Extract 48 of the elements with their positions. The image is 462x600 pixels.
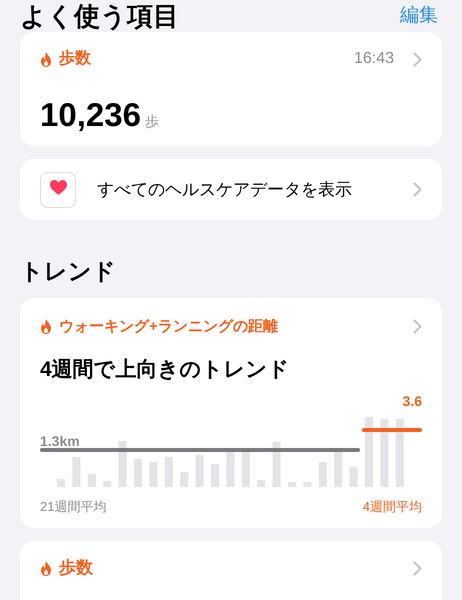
long-average-value: 1.3km [40,432,80,452]
long-average-label: 21週間平均 [40,498,106,516]
chart-bar [196,455,204,488]
chart-bar [118,441,127,488]
chart-bar [303,482,312,488]
flame-icon [40,319,52,334]
chart-bar [211,464,219,488]
trend-card[interactable]: ウォーキング+ランニングの距離 4週間で上向きのトレンド 3.6 1.3km 21週間平均 4週間平均 [20,298,442,528]
chart-bar [103,481,112,488]
chevron-icon [413,560,422,576]
flame-icon [40,52,52,66]
trend-headline: 4週間で上向きのトレンド [40,356,291,383]
short-average-label: 4週間平均 [362,498,422,516]
chart-bar [350,467,358,488]
chart-bar [380,419,388,488]
chart-bar [365,417,373,488]
card-title: ウォーキング+ランニングの距離 [59,316,278,337]
chart-bar [257,480,266,488]
chart-bar [134,459,142,488]
chart-bar [242,450,250,488]
chart-bar [164,457,173,488]
chart-bar [396,419,404,488]
chart-bar [57,479,65,488]
chart-bar [272,442,281,488]
all-data-row[interactable]: すべてのヘルスケアデータを表示 [20,159,442,220]
steps-card[interactable]: 歩数 16:43 10,236 歩 [20,32,442,146]
unit-label: 歩 [144,112,159,131]
chart-bar [288,482,296,488]
chevron-icon [413,319,422,334]
chart-bar [88,474,96,488]
card-title: 歩数 [59,557,93,580]
heart-app-icon [40,172,76,208]
section-title: よく使う項目 [20,0,179,32]
all-data-label: すべてのヘルスケアデータを表示 [97,178,352,201]
chart-bar [318,462,327,488]
chart-bar [334,452,342,488]
chart-bar [149,462,158,488]
chart-bar [72,457,80,488]
section-title: トレンド [20,256,117,286]
chart-bar [226,452,234,488]
chevron-icon [413,182,422,198]
flame-icon [40,560,52,576]
chart-bar [180,472,188,488]
short-average-value: 3.6 [402,392,422,412]
card-title: 歩数 [59,48,91,69]
time-label: 16:43 [354,49,394,69]
chevron-icon [413,52,422,66]
step-count: 10,236 [40,95,141,135]
